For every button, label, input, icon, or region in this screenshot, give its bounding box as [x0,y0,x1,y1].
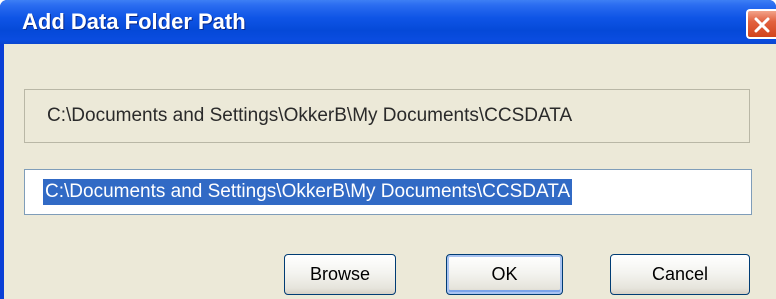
window-title: Add Data Folder Path [22,9,246,34]
path-input-selected-text[interactable]: C:\Documents and Settings\OkkerB\My Docu… [43,179,573,205]
browse-button[interactable]: Browse [284,254,396,295]
path-input[interactable]: C:\Documents and Settings\OkkerB\My Docu… [24,169,752,215]
close-button[interactable] [746,9,776,39]
cancel-button[interactable]: Cancel [610,254,750,295]
dialog-body: C:\Documents and Settings\OkkerB\My Docu… [4,44,776,299]
current-path-text: C:\Documents and Settings\OkkerB\My Docu… [47,105,573,126]
current-path-display: C:\Documents and Settings\OkkerB\My Docu… [24,89,750,143]
title-bar[interactable]: Add Data Folder Path [0,0,776,44]
dialog-window: Add Data Folder Path C:\Documents and Se… [0,0,776,299]
close-icon [754,17,770,33]
ok-button[interactable]: OK [446,254,563,295]
